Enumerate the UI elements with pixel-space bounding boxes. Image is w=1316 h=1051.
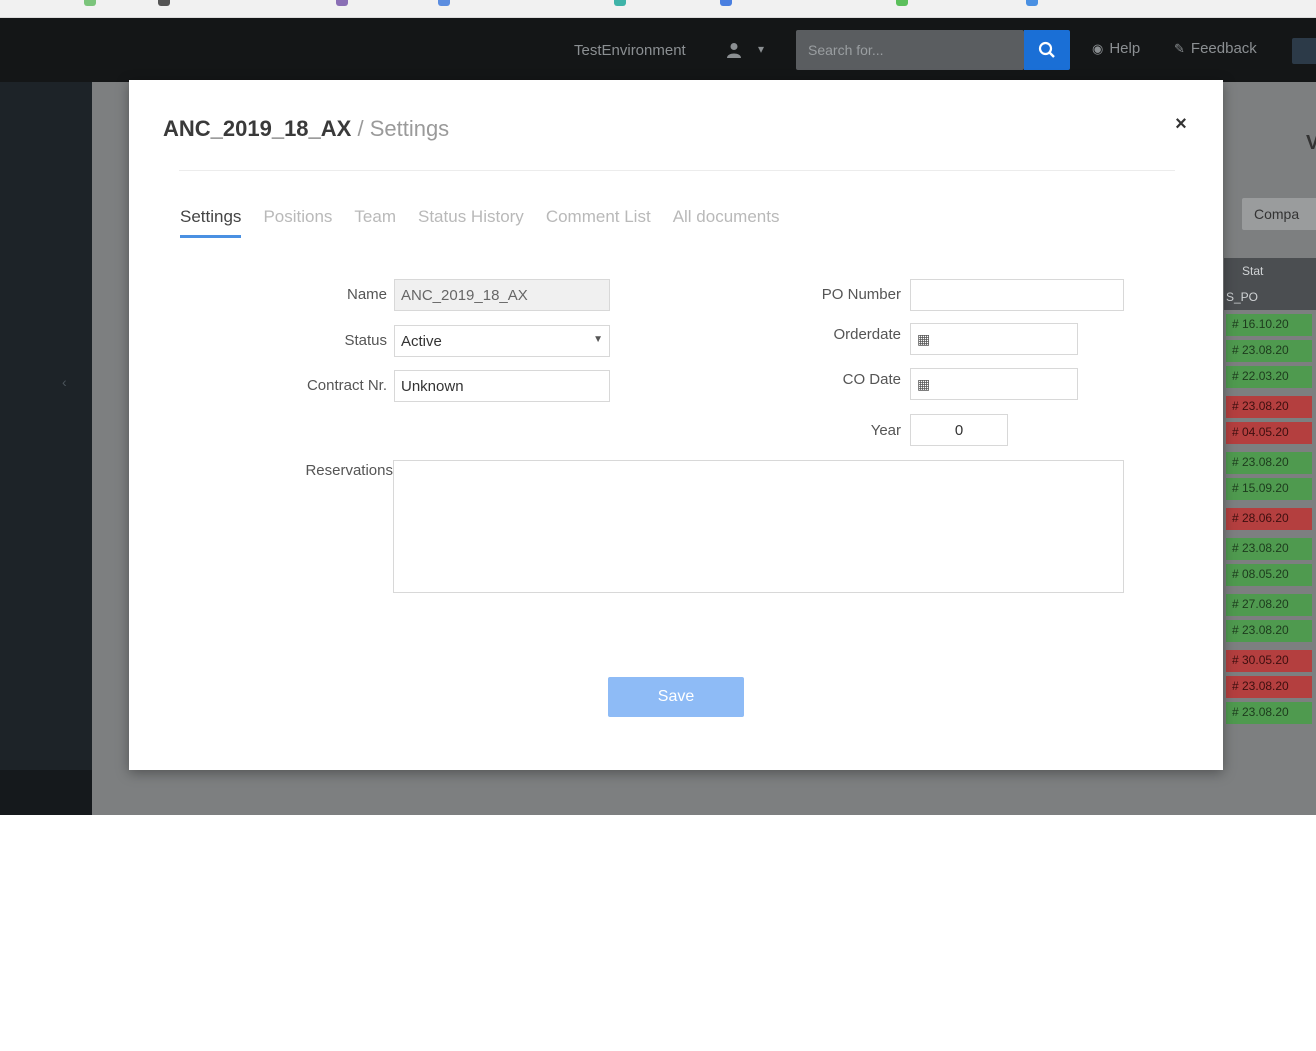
user-icon[interactable] [727, 42, 743, 60]
feedback-link[interactable]: ✎ Feedback [1174, 40, 1257, 57]
status-cell[interactable]: # 23.08.20 [1226, 702, 1312, 724]
search-input[interactable] [796, 30, 1024, 70]
status-cell[interactable]: # 04.05.20 [1226, 422, 1312, 444]
sidebar-footer [0, 770, 92, 815]
orderdate-label: Orderdate [833, 326, 901, 343]
help-icon: ◉ [1092, 40, 1104, 56]
tab-status-history[interactable]: Status History [418, 207, 524, 238]
table-header-cell[interactable]: S_PO [1226, 290, 1258, 304]
status-label: Status [344, 332, 387, 349]
chevron-down-icon: ▼ [593, 334, 603, 345]
calendar-icon[interactable]: ▦ [917, 331, 930, 348]
settings-modal: ANC_2019_18_AX / Settings × Settings Pos… [129, 80, 1223, 770]
modal-title: ANC_2019_18_AX / Settings [163, 116, 449, 142]
section-title: Settings [369, 116, 450, 141]
table-header-cell[interactable]: Stat [1242, 264, 1263, 278]
page-heading-partial: V [1306, 132, 1316, 154]
feedback-label: Feedback [1190, 40, 1257, 57]
contract-number-field[interactable]: Unknown [394, 370, 610, 402]
calendar-icon[interactable]: ▦ [917, 376, 930, 393]
reservations-textarea[interactable] [393, 460, 1124, 593]
status-cell[interactable]: # 22.03.20 [1226, 366, 1312, 388]
status-cell[interactable]: # 23.08.20 [1226, 538, 1312, 560]
save-button[interactable]: Save [608, 677, 744, 717]
year-label: Year [870, 422, 901, 439]
search-button[interactable] [1024, 30, 1070, 70]
name-label: Name [346, 286, 387, 303]
bookmark-icon[interactable] [158, 0, 170, 6]
project-name: ANC_2019_18_AX [163, 116, 352, 141]
search-icon [1038, 41, 1055, 58]
status-cell[interactable]: # 23.08.20 [1226, 340, 1312, 362]
modal-tabs: Settings Positions Team Status History C… [180, 207, 779, 238]
status-cell[interactable]: # 23.08.20 [1226, 620, 1312, 642]
co-date-field[interactable]: ▦ [910, 368, 1078, 400]
po-number-field[interactable] [910, 279, 1124, 311]
bookmark-icon[interactable] [614, 0, 626, 6]
tab-settings[interactable]: Settings [180, 207, 242, 238]
user-menu-caret[interactable]: ▾ [758, 42, 764, 56]
status-value: Active [401, 332, 442, 350]
bookmark-icon[interactable] [720, 0, 732, 6]
status-cell[interactable]: # 30.05.20 [1226, 650, 1312, 672]
status-cell[interactable]: # 23.08.20 [1226, 676, 1312, 698]
nav-extra-button[interactable] [1292, 38, 1316, 64]
title-separator: / [351, 116, 370, 141]
status-cell[interactable]: # 15.09.20 [1226, 478, 1312, 500]
environment-label[interactable]: TestEnvironment [574, 42, 686, 59]
orderdate-field[interactable]: ▦ [910, 323, 1078, 355]
tab-all-documents[interactable]: All documents [673, 207, 780, 238]
status-cell[interactable]: # 27.08.20 [1226, 594, 1312, 616]
status-cell[interactable]: # 23.08.20 [1226, 452, 1312, 474]
sidebar-collapse-icon[interactable]: ‹ [62, 374, 67, 390]
bookmark-icon[interactable] [336, 0, 348, 6]
contract-number-label: Contract Nr. [306, 377, 387, 394]
co-date-label: CO Date [842, 371, 901, 388]
status-cell[interactable]: # 08.05.20 [1226, 564, 1312, 586]
year-field[interactable]: 0 [910, 414, 1008, 446]
help-label: Help [1109, 40, 1141, 57]
name-field[interactable]: ANC_2019_18_AX [394, 279, 610, 311]
status-cell[interactable]: # 28.06.20 [1226, 508, 1312, 530]
tab-positions[interactable]: Positions [263, 207, 332, 238]
bookmark-icon[interactable] [1026, 0, 1038, 6]
status-select[interactable]: Active ▼ [394, 325, 610, 357]
bookmark-icon[interactable] [84, 0, 96, 6]
close-icon[interactable]: × [1172, 114, 1190, 134]
tab-comment-list[interactable]: Comment List [546, 207, 651, 238]
bookmark-icon[interactable] [896, 0, 908, 6]
bookmark-icon[interactable] [438, 0, 450, 6]
reservations-label: Reservations [305, 462, 393, 479]
tab-team[interactable]: Team [354, 207, 396, 238]
help-link[interactable]: ◉ Help [1092, 40, 1140, 57]
sidebar: ‹ [0, 82, 92, 770]
feedback-icon: ✎ [1174, 40, 1185, 56]
background-tab[interactable]: Compa [1242, 198, 1316, 230]
status-cell[interactable]: # 16.10.20 [1226, 314, 1312, 336]
browser-bookmark-bar [0, 0, 1316, 18]
table-header: Stat S_PO [1224, 258, 1316, 310]
po-number-label: PO Number [821, 286, 901, 303]
top-navigation: TestEnvironment ▾ ◉ Help ✎ Feedback [0, 18, 1316, 82]
divider [179, 170, 1175, 171]
status-cell[interactable]: # 23.08.20 [1226, 396, 1312, 418]
